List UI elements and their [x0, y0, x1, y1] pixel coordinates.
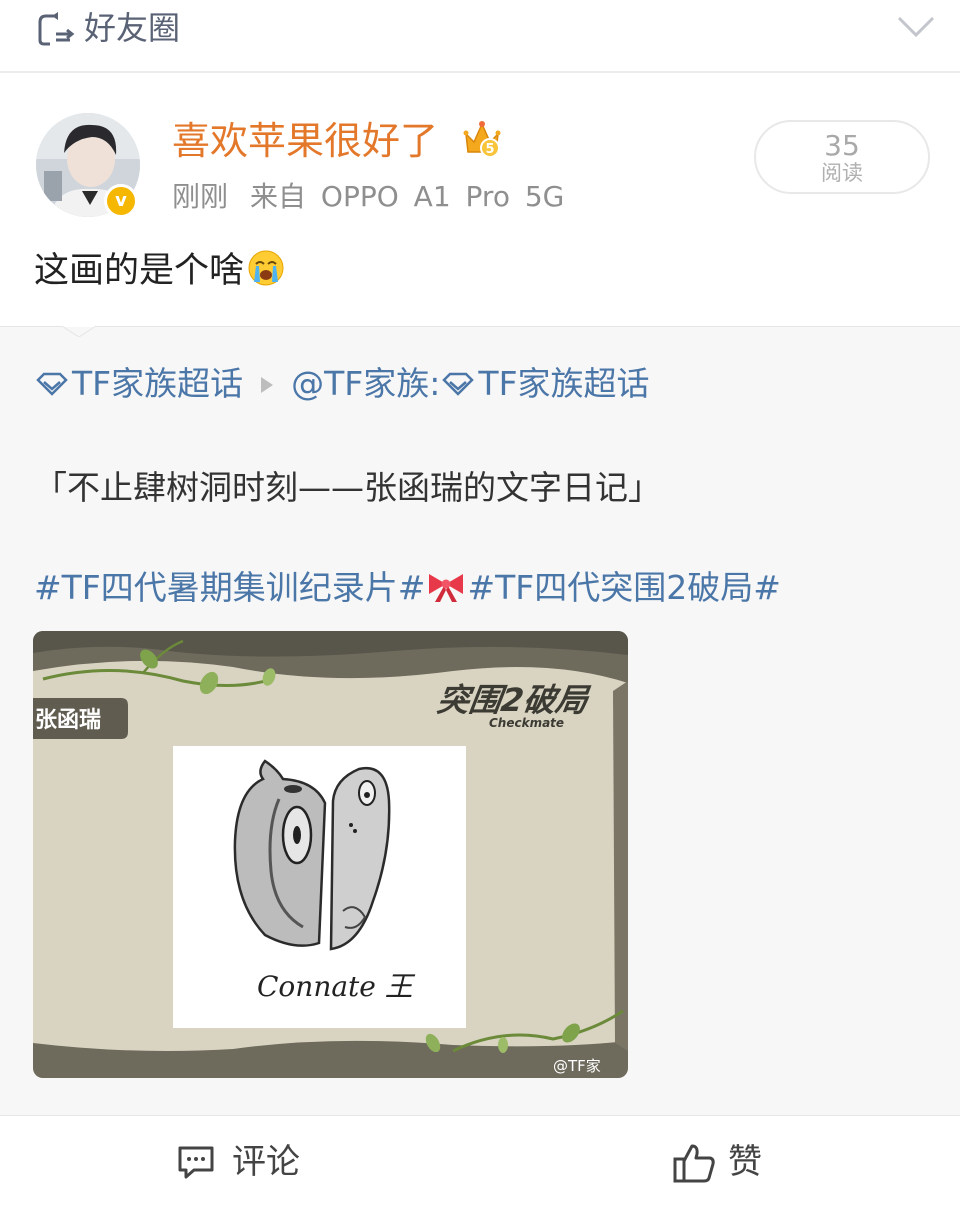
top-bar: 好友圈	[0, 0, 960, 73]
post-meta: 刚刚 来自 OPPO A1 Pro 5G	[172, 176, 564, 218]
hashtag-2[interactable]: #TF四代突围2破局#	[467, 568, 780, 607]
circle-title[interactable]: 好友圈	[84, 6, 180, 50]
circle-arrows-icon	[38, 12, 75, 46]
thumbs-up-icon	[673, 1144, 715, 1183]
like-label: 赞	[728, 1142, 762, 1182]
bottom-action-bar: 评论 赞	[0, 1115, 960, 1207]
repost-header: TF家族超话 @TF家族: TF家族超话	[34, 356, 650, 412]
repost-quote: 「不止肆树洞时刻——张函瑞的文字日记」	[34, 468, 661, 507]
chevron-down-icon[interactable]	[896, 14, 936, 40]
comment-button[interactable]: 评论	[176, 1140, 336, 1184]
supertopic-link[interactable]: TF家族超话	[72, 364, 243, 403]
comment-icon	[178, 1146, 214, 1179]
like-button[interactable]: 赞	[672, 1140, 812, 1184]
arrow-right-icon	[261, 377, 274, 393]
post-text-body: 这画的是个啥	[34, 251, 245, 291]
hashtags: #TF四代暑期集训纪录片# #TF四代突围2破局#	[34, 560, 781, 616]
drawing-signature: Connate 王	[257, 970, 416, 1003]
repost-author-link[interactable]: @TF家族	[291, 364, 429, 403]
verified-badge: v	[104, 184, 138, 218]
read-label: 阅读	[821, 161, 863, 185]
repost-image[interactable]: 张函瑞 突围2破局 Checkmate Connate 王 @TF家	[33, 631, 628, 1078]
colon: :	[429, 364, 441, 403]
post-time: 刚刚	[172, 180, 229, 213]
image-watermark: @TF家	[553, 1057, 601, 1075]
crying-emoji-icon	[248, 250, 284, 286]
supertopic-gem-icon	[36, 372, 68, 396]
image-logo-sub: Checkmate	[489, 716, 564, 730]
username[interactable]: 喜欢苹果很好了	[172, 116, 438, 166]
post-text: 这画的是个啥	[34, 246, 286, 296]
comment-label: 评论	[232, 1142, 300, 1182]
bow-emoji-icon	[429, 574, 464, 602]
image-logo: 突围2破局	[435, 681, 593, 719]
repost-notch	[62, 317, 96, 337]
post-source: 来自 OPPO A1 Pro 5G	[250, 180, 565, 213]
supertopic-gem-icon-2	[442, 372, 475, 396]
read-count: 35	[824, 129, 860, 162]
supertopic-link-2[interactable]: TF家族超话	[478, 364, 649, 403]
read-count-badge: 35 阅读	[754, 120, 930, 194]
hashtag-1[interactable]: #TF四代暑期集训纪录片#	[34, 568, 425, 607]
svg-text:5: 5	[485, 142, 494, 157]
crown-vip-icon[interactable]: 5	[462, 118, 502, 160]
image-name-tag: 张函瑞	[35, 708, 101, 733]
